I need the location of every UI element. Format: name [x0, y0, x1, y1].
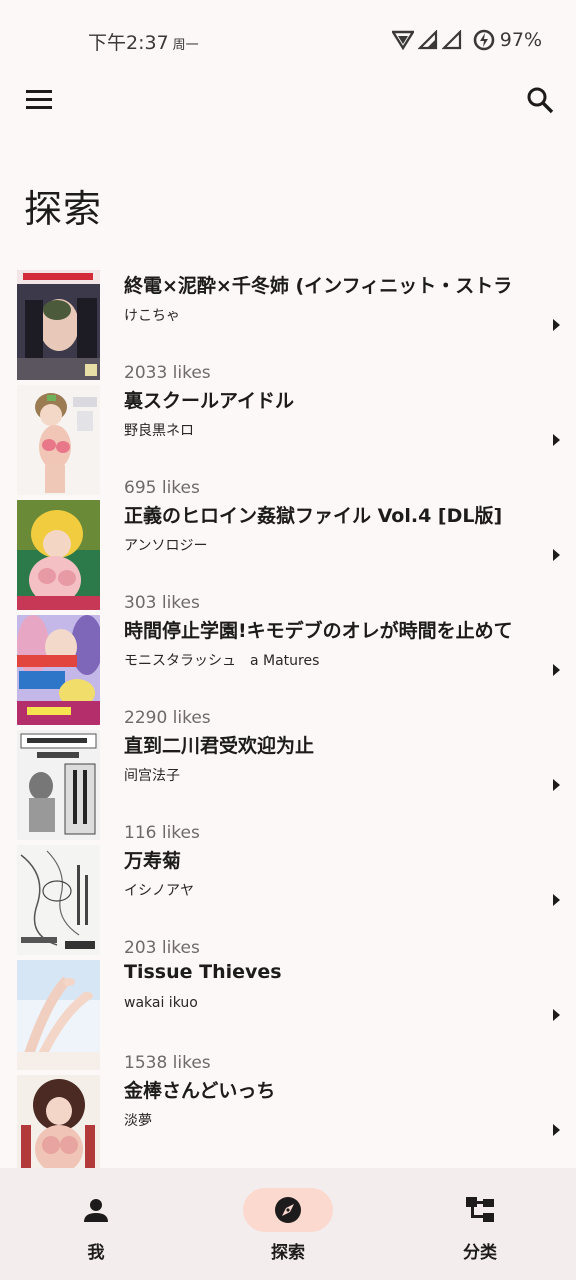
- item-author: イシノアヤ: [124, 883, 194, 899]
- cover-image: [17, 845, 100, 955]
- wifi-icon: [391, 30, 414, 50]
- arrow-right-icon: [553, 434, 560, 446]
- battery-percent: 97%: [499, 29, 542, 51]
- nav-icon-container: [243, 1188, 333, 1232]
- nav-icon-container: [435, 1188, 525, 1232]
- cover-image: [17, 385, 100, 495]
- arrow-right-icon: [553, 664, 560, 676]
- nav-icon-container: [51, 1188, 141, 1232]
- nav-item-me[interactable]: 我: [0, 1168, 192, 1280]
- item-likes: 303 likes: [124, 593, 200, 613]
- cover-image: [17, 270, 100, 380]
- search-icon: [527, 87, 554, 114]
- list-item[interactable]: 2290 likes 直到二川君受欢迎为止 间宫法子: [0, 708, 576, 843]
- list-item[interactable]: 終電×泥酔×千冬姉 (インフィニット・ストラ けこちゃ: [0, 268, 576, 383]
- nav-label: 我: [87, 1243, 105, 1263]
- item-likes: 116 likes: [124, 823, 200, 843]
- status-time-text: 下午2:37: [88, 32, 169, 54]
- item-title: 終電×泥酔×千冬姉 (インフィニット・ストラ: [124, 275, 513, 297]
- nav-item-category[interactable]: 分类: [384, 1168, 576, 1280]
- arrow-right-icon: [553, 779, 560, 791]
- status-icons: 97%: [391, 28, 542, 52]
- person-icon: [84, 1199, 108, 1222]
- item-title: 直到二川君受欢迎为止: [124, 735, 315, 757]
- cover-image: [17, 730, 100, 840]
- item-author: wakai ikuo: [124, 995, 198, 1011]
- item-likes: 695 likes: [124, 478, 200, 498]
- arrow-right-icon: [553, 1009, 560, 1021]
- category-icon: [466, 1197, 494, 1222]
- status-weekday: 周一: [172, 38, 199, 53]
- list-item[interactable]: 303 likes 時間停止学園!キモデブのオレが時間を止めて モニスタラッシュ…: [0, 593, 576, 728]
- item-likes: 203 likes: [124, 938, 200, 958]
- item-author: けこちゃ: [124, 308, 180, 324]
- arrow-right-icon: [553, 894, 560, 906]
- item-author: アンソロジー: [124, 538, 208, 554]
- item-likes: 2033 likes: [124, 363, 211, 383]
- status-time: 下午2:37 周一: [88, 28, 199, 55]
- cover-image: [17, 500, 100, 610]
- search-button[interactable]: [524, 84, 556, 116]
- list-item[interactable]: 695 likes 正義のヒロイン姦獄ファイル Vol.4 [DL版] アンソロ…: [0, 478, 576, 613]
- signal-icon: [417, 30, 437, 50]
- arrow-right-icon: [553, 1124, 560, 1136]
- list-item[interactable]: 116 likes 万寿菊 イシノアヤ: [0, 823, 576, 958]
- list-item[interactable]: 2033 likes 裏スクールアイドル 野良黒ネロ: [0, 363, 576, 498]
- bottom-nav: 我 探索 分类: [0, 1168, 576, 1280]
- item-author: 间宫法子: [124, 768, 180, 784]
- list-item[interactable]: 203 likes Tissue Thieves wakai ikuo: [0, 938, 576, 1073]
- menu-button[interactable]: [22, 86, 56, 114]
- nav-label: 分类: [463, 1243, 497, 1263]
- item-title: 裏スクールアイドル: [124, 390, 295, 412]
- item-author: モニスタラッシュ a Matures: [124, 653, 320, 669]
- item-title: Tissue Thieves: [124, 961, 282, 983]
- item-title: 正義のヒロイン姦獄ファイル Vol.4 [DL版]: [124, 505, 503, 527]
- item-author: 淡夢: [124, 1113, 152, 1129]
- cover-image: [17, 615, 100, 725]
- nav-item-explore[interactable]: 探索: [192, 1168, 384, 1280]
- status-bar: 下午2:37 周一 97%: [0, 0, 576, 80]
- arrow-right-icon: [553, 549, 560, 561]
- menu-icon: [26, 90, 52, 109]
- item-title: 金棒さんどいっち: [124, 1080, 276, 1102]
- compass-icon: [275, 1197, 301, 1223]
- nav-label: 探索: [271, 1243, 305, 1263]
- battery-saver-icon: [473, 29, 495, 51]
- page-title: 探索: [24, 187, 103, 231]
- cover-image: [17, 960, 100, 1070]
- arrow-right-icon: [553, 319, 560, 331]
- item-title: 万寿菊: [124, 850, 182, 872]
- item-author: 野良黒ネロ: [124, 423, 194, 439]
- item-likes: 1538 likes: [124, 1053, 211, 1073]
- item-likes: 2290 likes: [124, 708, 211, 728]
- signal-2-icon: [441, 30, 461, 50]
- item-title: 時間停止学園!キモデブのオレが時間を止めて: [124, 620, 513, 642]
- app-bar: [0, 80, 576, 120]
